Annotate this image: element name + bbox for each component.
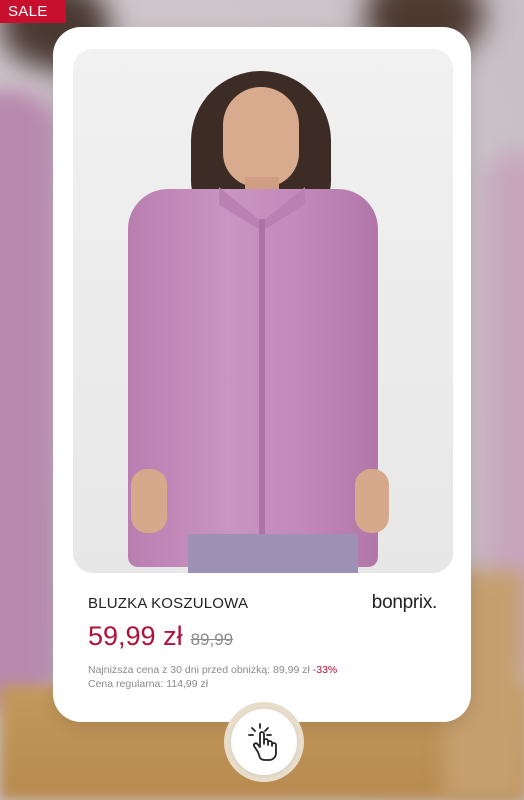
product-name: BLUZKA KOSZULOWA — [88, 595, 249, 612]
old-price: 89,99 — [190, 630, 234, 649]
current-price: 59,99 zł — [88, 621, 183, 651]
price-info: Najniższa cena z 30 dni przed obniżką: 8… — [88, 663, 337, 691]
brand-logo: bonprix. — [371, 592, 438, 613]
lowest-price-line: Najniższa cena z 30 dni przed obniżką: 8… — [88, 663, 337, 677]
discount-percent: -33% — [312, 664, 338, 676]
tap-hand-icon — [248, 723, 277, 761]
product-card[interactable]: BLUZKA KOSZULOWA bonprix. 59,99 zł 89,99… — [53, 27, 471, 722]
sale-badge: SALE — [0, 0, 66, 23]
tap-button-inner[interactable] — [231, 709, 297, 775]
lowest-price-text: Najniższa cena z 30 dni przed obniżką: 8… — [88, 664, 310, 676]
product-photo[interactable] — [73, 49, 453, 573]
tap-button[interactable] — [224, 702, 304, 782]
regular-price-text: Cena regularna: 114,99 zł — [88, 678, 209, 690]
price-row: 59,99 zł 89,99 — [88, 621, 233, 652]
